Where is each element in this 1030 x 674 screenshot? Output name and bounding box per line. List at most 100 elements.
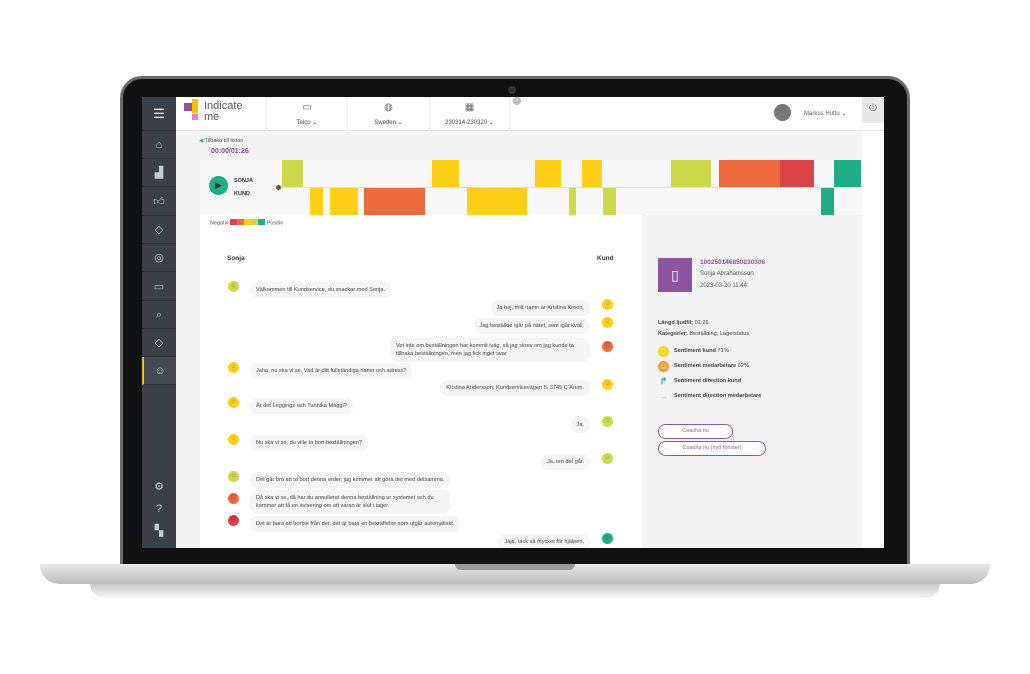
legend-swatch-lime [251,219,259,225]
logo-icon: ▚ [154,525,164,537]
chat-message-left: Är det Leggings och Tunnika Maggi? [250,398,353,414]
sentiment-legend: Negativ Positiv [210,219,283,227]
agent-name: Sonja Abrahamsson [700,271,754,277]
thumbs-up-icon[interactable]: 👍︎ [142,188,176,216]
timeline-segment-yellow[interactable] [432,160,459,187]
legend-swatch-red [230,219,238,225]
call-id[interactable]: 100250146850230306 [700,259,765,266]
metric: Sentiment kund 71% [674,348,729,354]
metric: Sentiment direction kund [674,378,742,384]
avatar[interactable] [774,104,791,121]
arrow-right-yellow-icon: → [659,391,668,401]
app-screen: ☰ ⌂ ▟ 👍︎ ◇ ◎ ▭ ⌕ ◇ ☺ ⚙? ▚ Indicate me ▭ Telco ⌄ ◍ Swed… [142,97,884,548]
timeline-segment-yellow[interactable] [582,160,602,187]
scroll-gutter [862,131,884,548]
review-icon[interactable]: ▭ [142,273,176,301]
playback-time: 00:00/01:26 [211,148,249,155]
timeline-segment-lime[interactable] [671,160,711,187]
chat-message-right: Kristina Andersson, Kundservicevägen 5, … [440,380,590,396]
camera [508,86,516,94]
briefcase-icon: ▭ [302,102,312,113]
sidebar: ☰ ⌂ ▟ 👍︎ ◇ ◎ ▭ ⌕ ◇ ☺ ⚙? ▚ [142,97,176,548]
logo-mark [192,114,198,120]
chat-message-left: Välkommen till Kundservice, du snackar m… [250,282,392,298]
chat-message-right: Ja hej, mitt namn är Kristina Kroon. [490,300,590,316]
sentiment-orange-icon: ☹ [602,341,613,352]
chat-message-left: Nu ska vi se, du ville ta bort beställni… [250,435,369,451]
categories: Kategorier: Beställning, Lagerstatus [658,331,750,337]
smiley-orange-icon: ☺ [658,361,669,372]
metric: Sentiment medarbetare 62% [674,363,749,369]
target-icon[interactable]: ◎ [142,244,176,273]
coach-now-new-window-button[interactable]: Coacha nu (nytt fönster) [658,441,766,456]
timeline-segment-lime[interactable] [569,188,576,215]
filter-date[interactable]: ▦ 230314-230320 ⌄ [430,97,510,131]
timeline-segment-green[interactable] [821,188,834,215]
logo-text: Indicate me [204,100,243,123]
diamond-icon[interactable]: ◇ [142,216,176,244]
coach-now-button[interactable]: Coacha nu [658,424,733,439]
filter-industry[interactable]: ▭ Telco ⌄ [266,97,348,131]
tag-icon[interactable]: ◇ [142,329,176,358]
power-icon[interactable]: ⏻ [862,97,884,123]
chat-header-customer: Kund [597,255,614,262]
chat-message-left: Då ska vi se, då har du annullerat denna… [250,490,450,514]
sentiment-yellow-icon: ☺ [228,434,239,445]
logo-mark [184,103,192,111]
analytics-icon[interactable]: ▟ [142,159,176,188]
playhead[interactable] [276,185,281,190]
chat-message-left: Jaha, nu ska vi se. Vad är ditt fullstän… [250,363,413,379]
sentiment-yellow-icon: ☺ [602,379,613,390]
chat-message-left: Det är bara att bortse från det, det är … [250,516,461,532]
smiley-yellow-icon: ☺ [658,346,669,357]
chat-message-right: Jag beställde igår på nätet, sent igår k… [473,318,590,334]
call-datetime: 2023-03-20 11:44 [700,283,747,289]
play-button[interactable]: ▶ [209,176,228,195]
sentiment-yellow-icon: ☺ [602,299,613,310]
timeline-segment-yellow[interactable] [535,160,561,187]
speaker-sonja: SONJA [234,178,253,184]
sentiment-yellow-icon: ☺ [228,397,239,408]
chat-message-right: Jaja, tack så mycket för hjälpen. [498,534,590,548]
search-icon[interactable]: ⌕ [142,301,176,329]
laptop-base-shadow [90,584,940,598]
info-icon[interactable]: i [513,97,521,105]
chat-header-agent: Sonja [227,255,245,262]
sentiment-lime-icon: ☺ [602,453,613,464]
back-link[interactable]: ◀ Tilbaka till listan [199,138,243,144]
user-menu[interactable]: Markus Huttu ⌄ [804,110,846,117]
laptop-notch [455,564,575,570]
sentiment-lime-icon: ☺ [228,281,239,292]
sentiment-lime-icon: ☺ [602,416,613,427]
chat-message-right: Ja, om det går. [540,454,590,470]
sentiment-orange-icon: ☹ [228,493,239,504]
timeline-segment-green[interactable] [834,160,861,187]
filter-country[interactable]: ◍ Sweden ⌄ [348,97,430,131]
calendar-icon: ▦ [464,102,475,113]
timeline-segment-yellow[interactable] [330,188,358,215]
chat-message-right: Vet inte om beställningen har kommit ivä… [390,338,590,362]
chat-message-left: Det går bra att ta bort denna order, jag… [250,472,451,488]
timeline-segment-yellow[interactable] [467,188,527,215]
sentiment-green-icon: ☺ [602,533,613,544]
header: Indicate me ▭ Telco ⌄ ◍ Sweden ⌄ ▦ 230314-23… [176,97,884,131]
metric: Sentiment direction medarbetare [674,393,762,399]
home-icon[interactable]: ⌂ [142,131,176,159]
timeline-segment-orange[interactable] [719,160,780,187]
timeline-segment-yellow[interactable] [310,188,323,215]
timeline-segment-red[interactable] [780,160,814,187]
legend-swatch-yellow [244,219,252,225]
sentiment-yellow-icon: ☺ [602,317,613,328]
speaker-kund: KUND [234,191,250,197]
timeline-segment-lime[interactable] [282,160,303,187]
arrow-up-green-icon: ↱ [659,376,668,386]
timeline[interactable] [200,160,862,215]
timeline-segment-lime[interactable] [603,188,616,215]
legend-swatch-green [258,219,266,225]
timeline-segment-orange[interactable] [364,188,425,215]
legend-swatch-orange [237,219,245,225]
logo-mark [192,99,198,113]
robot-icon[interactable]: ☺ [142,357,176,386]
phone-icon: ▯ [658,258,692,292]
menu-icon[interactable]: ☰ [142,97,176,131]
